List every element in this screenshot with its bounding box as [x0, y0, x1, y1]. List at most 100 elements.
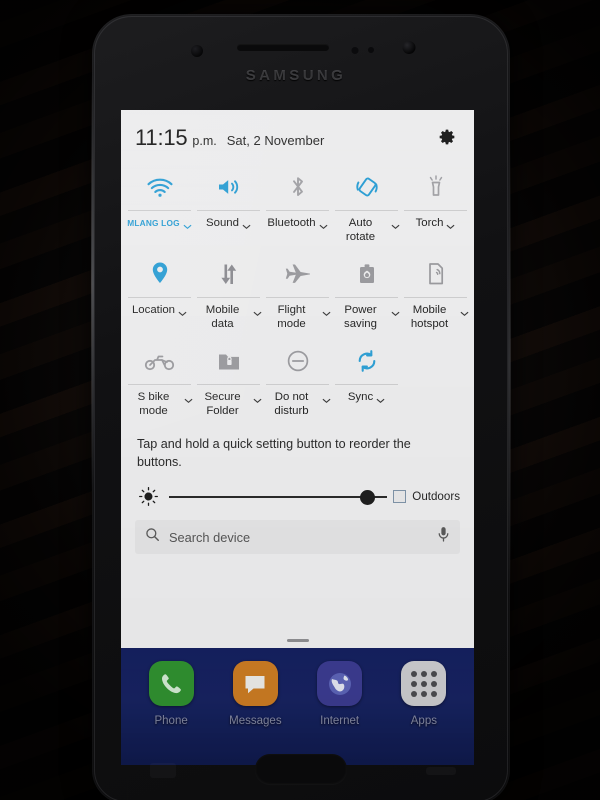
chevron-down-icon[interactable]: [183, 217, 192, 235]
apps-dot-grid: [410, 670, 437, 697]
qs-label-secure-folder: Secure Folder: [204, 391, 241, 417]
quick-settings-header: 11:15 p.m. Sat, 2 November: [121, 110, 474, 158]
location-pin-icon: [125, 253, 194, 295]
phone-device: SAMSUNG 11:15 p.m. Sat, 2 November MLANG…: [91, 14, 511, 800]
chevron-down-icon[interactable]: [242, 217, 251, 235]
dock-app-messages[interactable]: Messages: [220, 661, 290, 727]
chevron-down-icon[interactable]: [322, 304, 331, 322]
home-button[interactable]: [255, 754, 347, 784]
home-screen-dock: Phone Messages Internet Apps: [121, 648, 474, 765]
qs-tile-label-wrap[interactable]: Secure Folder: [194, 385, 263, 421]
apps-dot: [420, 670, 427, 677]
qs-tile-wifi[interactable]: MLANG LOG: [125, 160, 194, 247]
qs-tile-do-not-disturb[interactable]: Do not disturb: [263, 334, 332, 421]
secure-folder-icon: [194, 340, 263, 382]
search-bar[interactable]: Search device: [135, 520, 460, 554]
mobile-data-icon: [194, 253, 263, 295]
qs-tile-mobile-data[interactable]: Mobile data: [194, 247, 263, 334]
chevron-down-icon[interactable]: [446, 217, 455, 235]
qs-tile-label-wrap[interactable]: Torch: [401, 211, 470, 247]
chevron-down-icon[interactable]: [391, 217, 400, 235]
brightness-slider[interactable]: [169, 488, 388, 506]
photograph-of-phone: SAMSUNG 11:15 p.m. Sat, 2 November MLANG…: [0, 0, 600, 800]
dock-app-apps[interactable]: Apps: [389, 661, 459, 727]
search-input[interactable]: Search device: [169, 530, 437, 545]
dock-app-phone[interactable]: Phone: [136, 661, 206, 727]
brightness-icon[interactable]: [137, 487, 159, 506]
chevron-down-icon[interactable]: [376, 391, 385, 409]
airplane-icon: [263, 253, 332, 295]
apps-dot: [430, 690, 437, 697]
torch-icon: [401, 166, 470, 208]
chevron-down-icon[interactable]: [460, 304, 469, 322]
reorder-tip-text: Tap and hold a quick setting button to r…: [137, 437, 411, 469]
qs-tile-label-wrap[interactable]: Sync: [332, 385, 401, 421]
phone-handset-icon: [148, 661, 194, 706]
qs-tile-label-wrap[interactable]: Auto rotate: [332, 211, 401, 247]
panel-drag-handle[interactable]: [286, 639, 309, 642]
chevron-down-icon[interactable]: [184, 391, 193, 409]
front-camera-icon: [402, 41, 416, 54]
qs-tile-sync[interactable]: Sync: [332, 334, 401, 421]
qs-tile-label-wrap[interactable]: Flight mode: [263, 298, 332, 334]
message-bubble-icon: [232, 661, 278, 706]
qs-label-sync: Sync: [347, 391, 374, 403]
back-capacitive-key[interactable]: [426, 767, 456, 775]
qs-tile-label-wrap[interactable]: Location: [125, 298, 194, 334]
qs-tile-label-wrap[interactable]: Power saving: [332, 298, 401, 334]
brightness-control-row: Outdoors: [121, 471, 474, 506]
apps-dot: [420, 680, 427, 687]
samsung-brand-logo: SAMSUNG: [245, 67, 347, 84]
outdoors-label: Outdoors: [412, 490, 460, 503]
chevron-down-icon[interactable]: [178, 304, 187, 322]
quick-settings-row: S bike mode Secure Folder Do not disturb…: [125, 334, 470, 421]
apps-grid-icon: [401, 661, 447, 706]
qs-tile-sound[interactable]: Sound: [194, 160, 263, 247]
chevron-down-icon[interactable]: [322, 391, 331, 409]
qs-tile-secure-folder[interactable]: Secure Folder: [194, 334, 263, 421]
qs-tile-label-wrap[interactable]: Mobile hotspot: [401, 298, 470, 334]
chevron-down-icon[interactable]: [253, 391, 262, 409]
qs-label-do-not-disturb: Do not disturb: [274, 391, 309, 417]
chevron-down-icon[interactable]: [253, 304, 262, 322]
quick-settings-panel: 11:15 p.m. Sat, 2 November MLANG LOG Sou…: [121, 110, 474, 648]
gear-icon[interactable]: [436, 126, 458, 153]
qs-label-bluetooth: Bluetooth: [267, 217, 316, 229]
qs-tile-mobile-hotspot[interactable]: Mobile hotspot: [401, 247, 470, 334]
apps-dot: [430, 670, 437, 677]
qs-label-flight-mode: Flight mode: [277, 304, 306, 330]
apps-dot: [410, 670, 417, 677]
recents-capacitive-key[interactable]: [150, 763, 176, 778]
qs-tile-label-wrap[interactable]: Mobile data: [194, 298, 263, 334]
proximity-sensor-icon: [191, 45, 203, 57]
qs-tile-s-bike-mode[interactable]: S bike mode: [125, 334, 194, 421]
quick-settings-grid: MLANG LOG Sound Bluetooth Auto rotate To…: [121, 158, 474, 421]
qs-tile-label-wrap[interactable]: Bluetooth: [263, 211, 332, 247]
qs-label-mobile-data: Mobile data: [205, 304, 240, 330]
sync-icon: [332, 340, 401, 382]
qs-tile-power-saving[interactable]: Power saving: [332, 247, 401, 334]
qs-label-wifi: MLANG LOG: [127, 218, 180, 228]
auto-rotate-icon: [332, 166, 401, 208]
qs-tile-label-wrap[interactable]: Do not disturb: [263, 385, 332, 421]
dock-app-internet[interactable]: Internet: [305, 661, 375, 727]
qs-tile-auto-rotate[interactable]: Auto rotate: [332, 160, 401, 247]
chevron-down-icon[interactable]: [391, 304, 400, 322]
qs-tile-label-wrap[interactable]: S bike mode: [125, 385, 194, 421]
chevron-down-icon[interactable]: [319, 217, 328, 235]
brightness-slider-thumb[interactable]: [360, 489, 376, 505]
phone-top-bezel: SAMSUNG: [92, 14, 510, 110]
outdoors-checkbox[interactable]: [393, 490, 407, 503]
qs-tile-bluetooth[interactable]: Bluetooth: [263, 160, 332, 247]
qs-tile-torch[interactable]: Torch: [401, 160, 470, 247]
phone-right-rail-highlight: [508, 134, 511, 594]
qs-tile-label-wrap[interactable]: Sound: [194, 211, 263, 247]
qs-tile-location[interactable]: Location: [125, 247, 194, 334]
qs-tile-label-wrap[interactable]: MLANG LOG: [125, 211, 194, 247]
qs-tile-flight-mode[interactable]: Flight mode: [263, 247, 332, 334]
microphone-icon[interactable]: [437, 526, 450, 548]
clock-time: 11:15: [135, 125, 188, 150]
power-saving-icon: [332, 253, 401, 295]
motorcycle-icon: [125, 340, 194, 382]
qs-label-mobile-hotspot: Mobile hotspot: [410, 304, 449, 330]
